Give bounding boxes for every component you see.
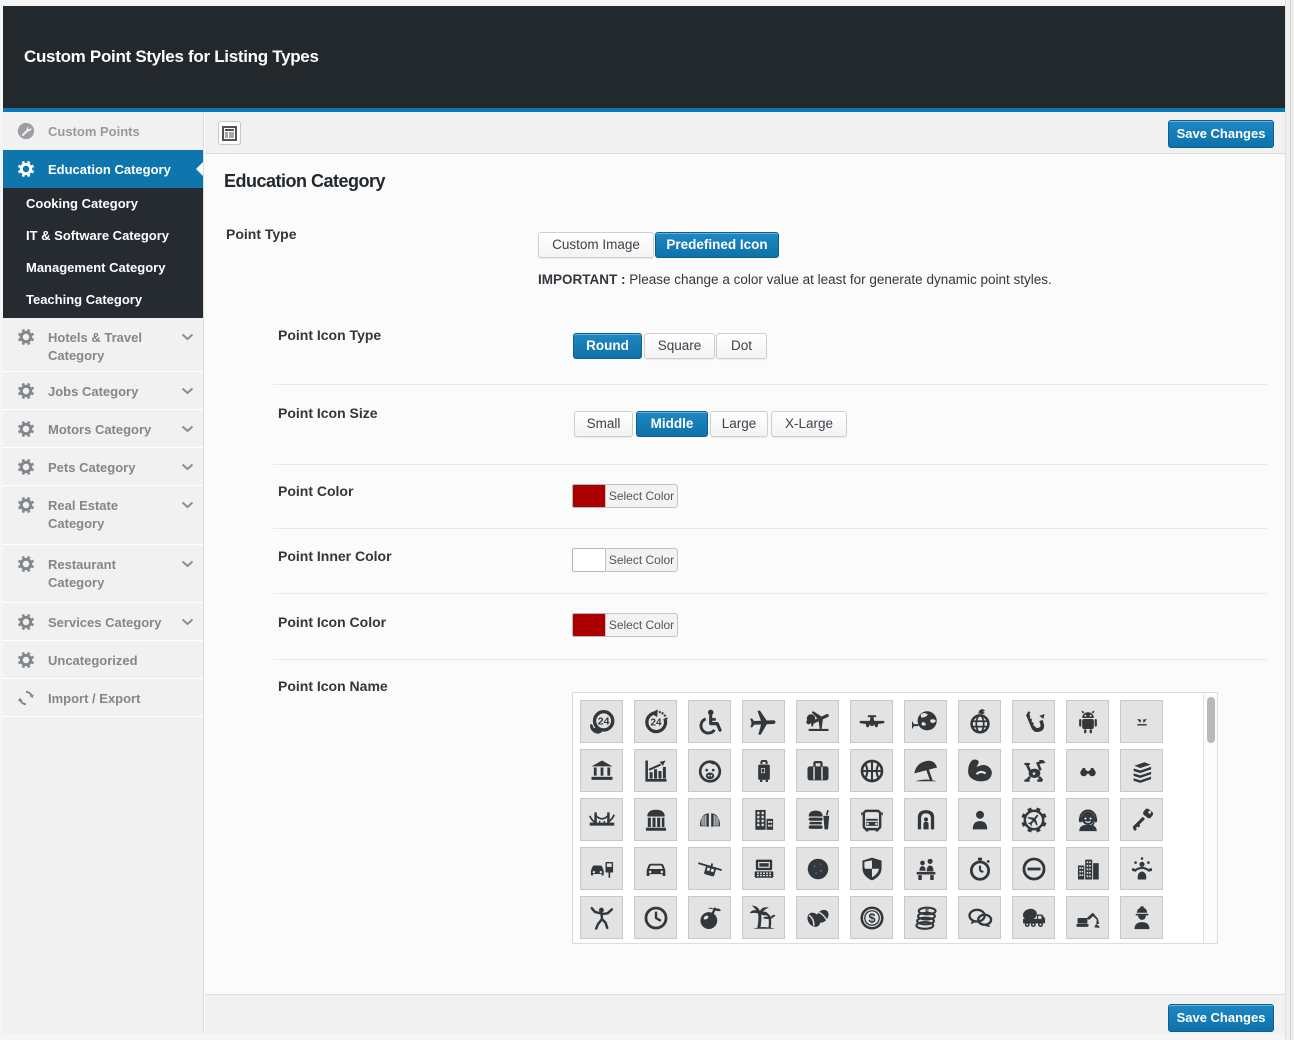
svg-text:24: 24 — [650, 718, 662, 729]
svg-text:24: 24 — [598, 716, 610, 728]
svg-text:$: $ — [868, 911, 875, 926]
